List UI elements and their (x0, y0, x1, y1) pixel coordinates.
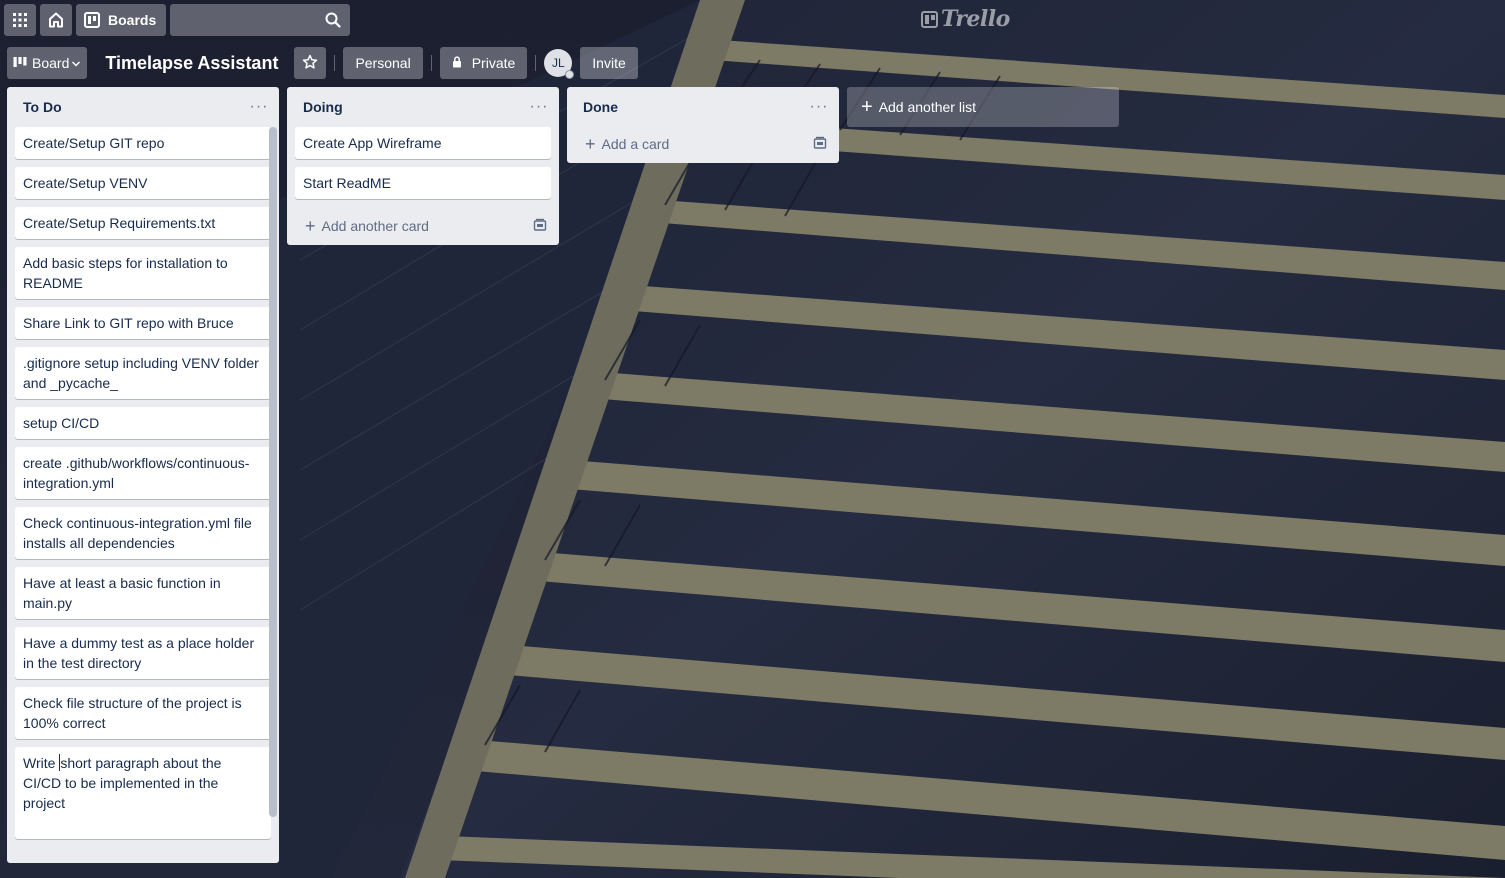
header-divider (535, 55, 537, 71)
plus-icon: + (861, 96, 873, 118)
star-icon (302, 54, 318, 73)
apps-switcher-button[interactable] (4, 4, 36, 36)
list-title[interactable]: To Do (23, 99, 62, 115)
top-navigation-bar: Boards Trello (0, 0, 1505, 40)
home-button[interactable] (40, 4, 72, 36)
list-card[interactable]: Have a dummy test as a place holder in t… (15, 627, 271, 679)
add-list-label: Add another list (878, 99, 976, 115)
team-label: Personal (355, 55, 411, 71)
list-menu-icon[interactable]: ··· (807, 98, 831, 116)
new-card-composer[interactable]: Write short paragraph about the CI/CD to… (15, 747, 271, 839)
home-icon (47, 11, 65, 29)
grid-icon (12, 12, 28, 28)
search-box[interactable] (170, 4, 351, 36)
boards-button[interactable]: Boards (76, 4, 167, 36)
member-avatar[interactable]: JL (544, 49, 575, 79)
list-card[interactable]: Add basic steps for installation to READ… (15, 247, 271, 299)
add-card-label: Add another card (321, 218, 429, 234)
board-view-icon (13, 55, 27, 71)
list-title[interactable]: Done (583, 99, 618, 115)
header-divider (334, 55, 336, 71)
plus-icon: + (305, 216, 316, 236)
list-menu-icon[interactable]: ··· (527, 98, 551, 116)
board-title[interactable]: Timelapse Assistant (95, 53, 288, 74)
add-card-button[interactable]: + Add another card (287, 207, 559, 245)
board-view-switcher[interactable]: Board (7, 47, 88, 79)
trello-logo-text: Trello (941, 6, 1010, 32)
list-card[interactable]: Create App Wireframe (295, 127, 551, 159)
boards-icon (84, 12, 100, 28)
board-view-label: Board (32, 55, 70, 71)
list-card[interactable]: Start ReadME (295, 167, 551, 199)
list-card[interactable]: Create/Setup GIT repo (15, 127, 271, 159)
list-card[interactable]: .gitignore setup including VENV folder a… (15, 347, 271, 399)
list-header[interactable]: Done ··· (567, 87, 839, 127)
trello-logo[interactable]: Trello (921, 6, 1010, 32)
team-button[interactable]: Personal (343, 47, 423, 79)
invite-button[interactable]: Invite (580, 47, 638, 79)
list-menu-icon[interactable]: ··· (247, 98, 271, 116)
list-done: Done ··· + Add a card (567, 87, 839, 163)
invite-label: Invite (592, 55, 626, 71)
card-template-icon[interactable] (533, 218, 547, 235)
add-card-button[interactable]: + Add a card (567, 125, 839, 163)
header-divider (430, 55, 432, 71)
list-header[interactable]: To Do ··· (7, 87, 279, 127)
add-list-button[interactable]: + Add another list (847, 87, 1119, 127)
list-title[interactable]: Doing (303, 99, 343, 115)
visibility-label: Private (471, 55, 516, 71)
list-scrollbar-thumb[interactable] (269, 127, 277, 817)
list-card[interactable]: Check file structure of the project is 1… (15, 687, 271, 739)
list-card[interactable]: Share Link to GIT repo with Bruce (15, 307, 271, 339)
list-card[interactable]: Create/Setup VENV (15, 167, 271, 199)
trello-logo-icon (921, 10, 938, 28)
list-card[interactable]: create .github/workflows/continuous-inte… (15, 447, 271, 499)
add-card-label: Add a card (601, 136, 670, 152)
board-header: Board Timelapse Assistant Personal Priva… (0, 40, 1505, 86)
plus-icon: + (585, 134, 596, 154)
list-card[interactable]: Create/Setup Requirements.txt (15, 207, 271, 239)
list-scrollbar[interactable] (269, 127, 277, 817)
boards-label: Boards (108, 12, 157, 28)
visibility-button[interactable]: Private (439, 47, 528, 79)
list-card[interactable]: Have at least a basic function in main.p… (15, 567, 271, 619)
chevron-down-icon (71, 55, 81, 71)
search-input[interactable] (170, 4, 351, 36)
list-doing: Doing ··· Create App Wireframe Start Rea… (287, 87, 559, 245)
list-header[interactable]: Doing ··· (287, 87, 559, 127)
lock-icon (452, 55, 462, 71)
admin-badge-icon (565, 70, 575, 79)
star-board-button[interactable] (294, 47, 327, 79)
list-card[interactable]: setup CI/CD (15, 407, 271, 439)
card-template-icon[interactable] (813, 136, 827, 153)
list-cards: Create App Wireframe Start ReadME (287, 127, 559, 199)
search-icon[interactable] (325, 12, 341, 31)
list-card[interactable]: Check continuous-integration.yml file in… (15, 507, 271, 559)
list-cards: Create/Setup GIT repo Create/Setup VENV … (7, 127, 279, 839)
member-initials: JL (551, 56, 565, 70)
list-todo: To Do ··· Create/Setup GIT repo Create/S… (7, 87, 279, 863)
composer-text-before: Write (23, 755, 60, 771)
